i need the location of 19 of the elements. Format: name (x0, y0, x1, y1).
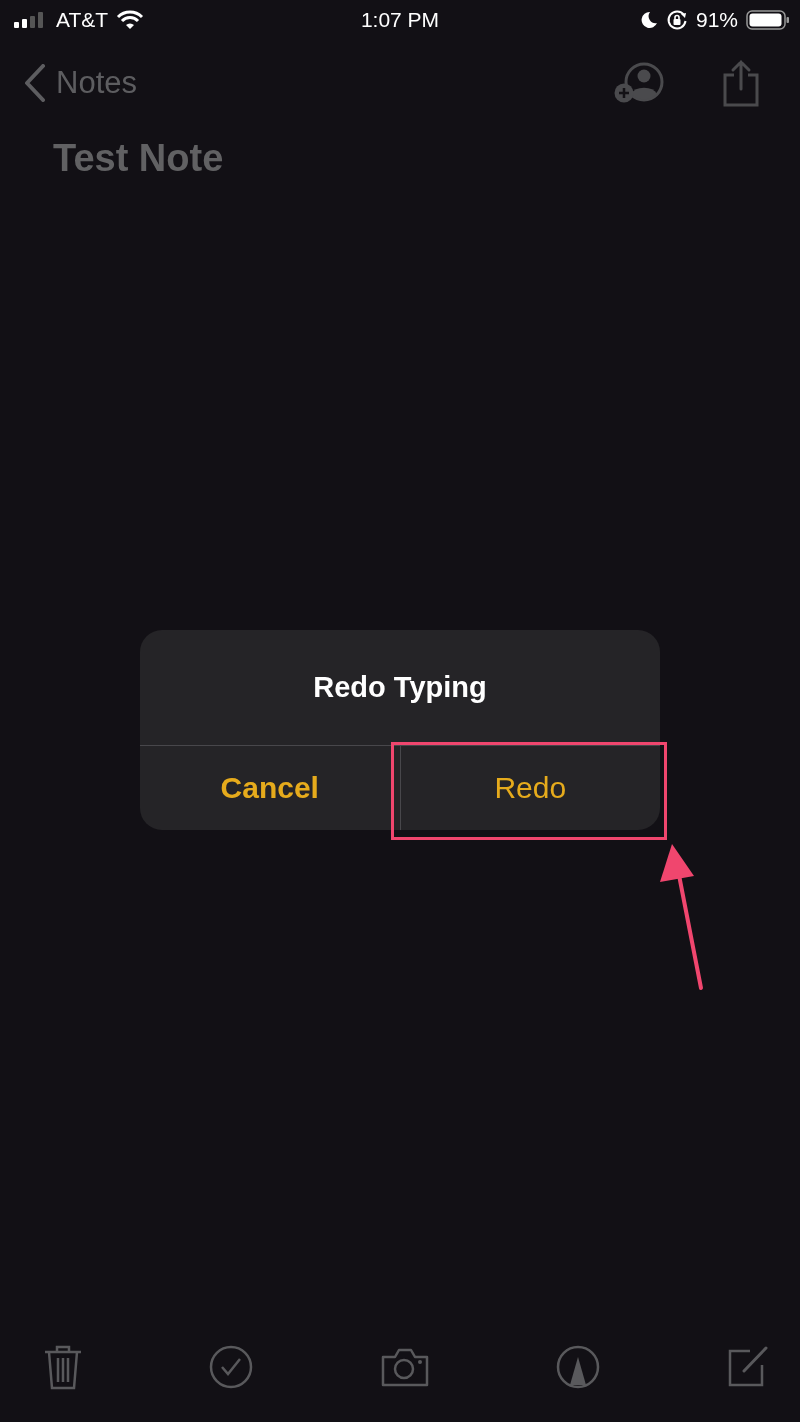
note-title: Test Note (53, 137, 225, 180)
alert-title: Redo Typing (312, 670, 488, 705)
status-time: 1:07 PM (360, 8, 440, 32)
compose-icon[interactable] (726, 1345, 770, 1389)
alert-button[interactable]: Cancel (140, 746, 400, 830)
moon-icon (639, 11, 658, 29)
share-icon[interactable] (722, 58, 760, 107)
wifi-icon (116, 10, 145, 30)
checklist-icon[interactable] (209, 1345, 254, 1389)
carrier-name: AT&T (56, 8, 109, 32)
rotation-lock-icon (665, 9, 688, 31)
alert-button[interactable]: Redo (400, 746, 660, 830)
markup-pen-icon[interactable] (555, 1345, 600, 1389)
trash-icon[interactable] (43, 1344, 83, 1390)
chevron-left-icon (24, 63, 46, 102)
battery-icon (746, 10, 790, 30)
add-person-icon[interactable] (614, 61, 666, 104)
camera-icon[interactable] (379, 1347, 430, 1387)
battery-percent: 91% (695, 8, 738, 32)
